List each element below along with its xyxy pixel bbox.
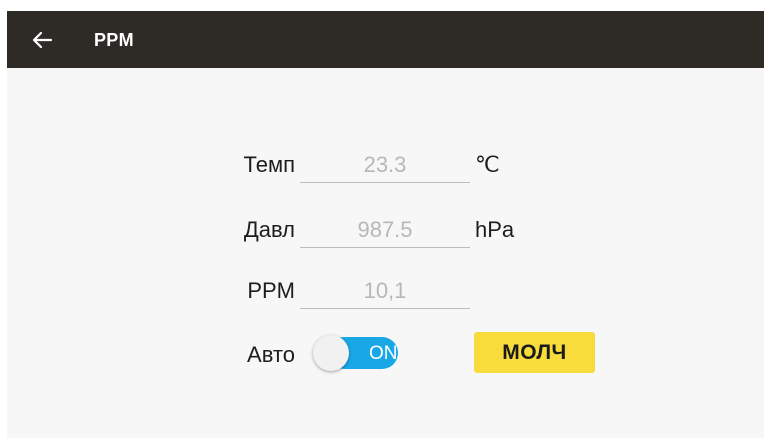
pressure-label: Давл — [243, 217, 295, 242]
pressure-unit: hPa — [475, 217, 515, 242]
back-arrow-icon[interactable] — [29, 27, 55, 53]
auto-label: Авто — [247, 342, 295, 367]
settings-panel: Темп 23.3 ℃ Давл 987.5 hPa PPM 10,1 Авто… — [7, 68, 764, 438]
page-title: PPM — [94, 30, 134, 50]
temp-unit: ℃ — [475, 152, 500, 177]
top-app-bar: PPM — [7, 11, 764, 68]
auto-toggle[interactable]: ON — [312, 335, 400, 371]
ppm-field[interactable]: 10,1 — [300, 274, 470, 309]
app-window: PPM Темп 23.3 ℃ Давл 987.5 hPa PPM 10,1 … — [0, 0, 764, 438]
ppm-label: PPM — [247, 278, 295, 303]
toggle-knob — [313, 335, 349, 371]
pressure-value: 987.5 — [357, 217, 413, 242]
temp-value: 23.3 — [363, 152, 407, 177]
temp-field[interactable]: 23.3 — [300, 148, 470, 183]
ppm-value: 10,1 — [363, 278, 407, 303]
toggle-state-text: ON — [369, 343, 398, 364]
temp-label: Темп — [243, 152, 295, 177]
pressure-field[interactable]: 987.5 — [300, 213, 470, 248]
mute-button[interactable]: МОЛЧ — [474, 332, 595, 373]
